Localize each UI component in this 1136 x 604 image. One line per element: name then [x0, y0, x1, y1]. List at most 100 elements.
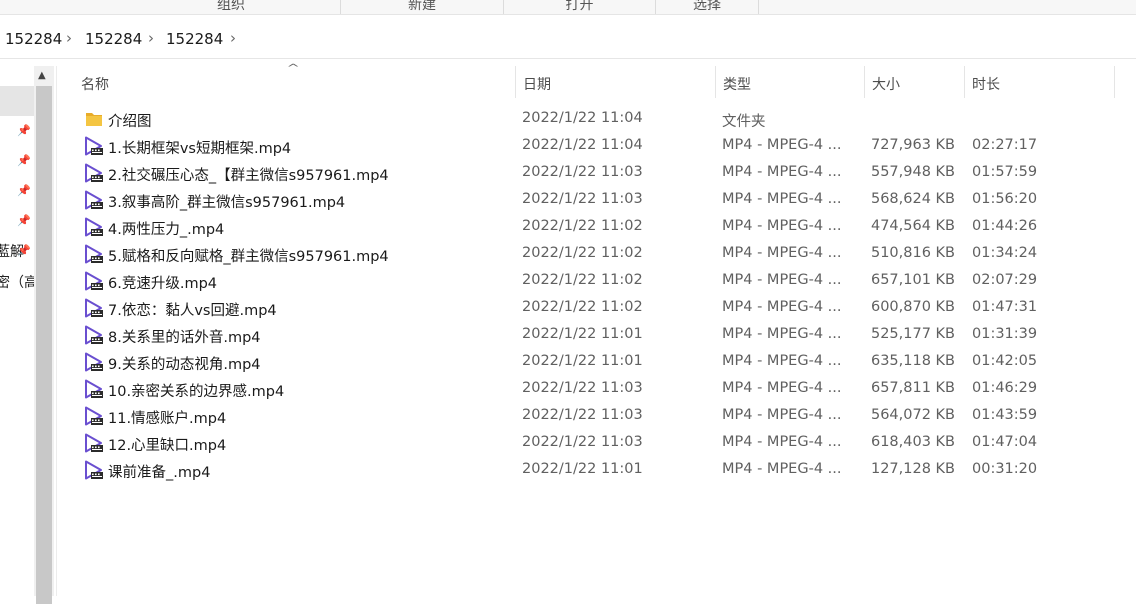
- file-name: 9.关系的动态视角.mp4: [108, 357, 261, 373]
- file-type: MP4 - MPEG-4 ...: [722, 164, 842, 180]
- file-name: 12.心里缺口.mp4: [108, 438, 227, 454]
- file-type: MP4 - MPEG-4 ...: [722, 191, 842, 207]
- file-type: MP4 - MPEG-4 ...: [722, 326, 842, 342]
- folder-row[interactable]: 介绍图 2022/1/22 11:04 文件夹: [57, 106, 1136, 133]
- scroll-up-arrow-icon[interactable]: ▲: [38, 70, 46, 81]
- file-type: MP4 - MPEG-4 ...: [722, 218, 842, 234]
- file-size: 568,624 KB: [870, 191, 955, 207]
- file-name: 2.社交碾压心态_【群主微信s957961.mp4: [108, 168, 389, 184]
- file-row[interactable]: 9.关系的动态视角.mp4 2022/1/22 11:01 MP4 - MPEG-4…: [57, 349, 1136, 376]
- file-size: 635,118 KB: [870, 353, 955, 369]
- file-type: 文件夹: [722, 114, 766, 130]
- column-separator[interactable]: [715, 66, 716, 98]
- file-type: MP4 - MPEG-4 ...: [722, 272, 842, 288]
- file-size: 564,072 KB: [870, 407, 955, 423]
- file-row[interactable]: 2.社交碾压心态_【群主微信s957961.mp4 2022/1/22 11:03…: [57, 160, 1136, 187]
- column-name[interactable]: 名称: [81, 74, 109, 94]
- file-date: 2022/1/22 11:01: [522, 326, 643, 342]
- column-size[interactable]: 大小: [872, 74, 900, 94]
- column-duration[interactable]: 时长: [972, 74, 1000, 94]
- breadcrumb-item[interactable]: 152284: [5, 30, 62, 48]
- file-row[interactable]: 4.两性压力_.mp4 2022/1/22 11:02 MP4 - MPEG-4 .…: [57, 214, 1136, 241]
- file-duration: 02:07:29: [972, 272, 1038, 288]
- ribbon-group-new[interactable]: 新建: [341, 0, 504, 14]
- file-row[interactable]: 5.赋格和反向赋格_群主微信s957961.mp4 2022/1/22 11:02…: [57, 241, 1136, 268]
- file-row[interactable]: 10.亲密关系的边界感.mp4 2022/1/22 11:03 MP4 - MPEG…: [57, 376, 1136, 403]
- chevron-right-icon[interactable]: ›: [148, 29, 154, 47]
- file-date: 2022/1/22 11:02: [522, 299, 643, 315]
- file-size: 657,811 KB: [870, 380, 955, 396]
- video-file-icon: [83, 433, 105, 453]
- file-date: 2022/1/22 11:03: [522, 164, 643, 180]
- file-type: MP4 - MPEG-4 ...: [722, 434, 842, 450]
- ribbon-group-select[interactable]: 选择: [656, 0, 759, 14]
- file-size: 557,948 KB: [870, 164, 955, 180]
- address-bar[interactable]: 152284 › 152284 › 152284 ›: [0, 20, 1136, 59]
- file-duration: 01:42:05: [972, 353, 1038, 369]
- nav-item-label[interactable]: 密（高: [0, 272, 34, 292]
- file-type: MP4 - MPEG-4 ...: [722, 299, 842, 315]
- nav-item-selected[interactable]: [0, 86, 34, 116]
- file-date: 2022/1/22 11:02: [522, 218, 643, 234]
- file-row[interactable]: 课前准备_.mp4 2022/1/22 11:01 MP4 - MPEG-4 ...…: [57, 457, 1136, 484]
- file-name: 课前准备_.mp4: [108, 465, 211, 481]
- video-file-icon: [83, 406, 105, 426]
- file-type: MP4 - MPEG-4 ...: [722, 407, 842, 423]
- chevron-right-icon[interactable]: ›: [66, 29, 72, 47]
- file-size: 618,403 KB: [870, 434, 955, 450]
- file-date: 2022/1/22 11:04: [522, 137, 643, 153]
- file-row[interactable]: 8.关系里的话外音.mp4 2022/1/22 11:01 MP4 - MPEG-4…: [57, 322, 1136, 349]
- file-row[interactable]: 11.情感账户.mp4 2022/1/22 11:03 MP4 - MPEG-4 .…: [57, 403, 1136, 430]
- column-separator[interactable]: [964, 66, 965, 98]
- breadcrumb-item[interactable]: 152284: [85, 30, 142, 48]
- pin-icon[interactable]: 📌: [17, 244, 31, 257]
- scrollbar-thumb[interactable]: [36, 86, 52, 604]
- file-duration: 01:44:26: [972, 218, 1038, 234]
- file-list: 介绍图 2022/1/22 11:04 文件夹 1.长期框架vs短期框架.mp4 202…: [57, 106, 1136, 484]
- sort-up-icon: ^: [286, 63, 300, 74]
- pin-icon[interactable]: 📌: [17, 124, 31, 137]
- file-date: 2022/1/22 11:02: [522, 245, 643, 261]
- video-file-icon: [83, 136, 105, 156]
- nav-scrollbar[interactable]: ▲: [34, 66, 54, 604]
- file-row[interactable]: 3.叙事高阶_群主微信s957961.mp4 2022/1/22 11:03 MP4…: [57, 187, 1136, 214]
- file-type: MP4 - MPEG-4 ...: [722, 461, 842, 477]
- file-duration: 02:27:17: [972, 137, 1038, 153]
- video-file-icon: [83, 325, 105, 345]
- file-name: 11.情感账户.mp4: [108, 411, 227, 427]
- file-size: 727,963 KB: [870, 137, 955, 153]
- column-separator[interactable]: [1114, 66, 1115, 98]
- breadcrumb-item[interactable]: 152284: [166, 30, 223, 48]
- file-row[interactable]: 12.心里缺口.mp4 2022/1/22 11:03 MP4 - MPEG-4 .…: [57, 430, 1136, 457]
- column-separator[interactable]: [864, 66, 865, 98]
- file-date: 2022/1/22 11:03: [522, 380, 643, 396]
- pin-icon[interactable]: 📌: [17, 154, 31, 167]
- column-date[interactable]: 日期: [523, 74, 551, 94]
- file-name: 4.两性压力_.mp4: [108, 222, 225, 238]
- ribbon: 组织 新建 打开 选择: [0, 0, 1136, 15]
- column-type[interactable]: 类型: [723, 74, 751, 94]
- file-name: 7.依恋：黏人vs回避.mp4: [108, 303, 277, 319]
- file-duration: 01:47:04: [972, 434, 1038, 450]
- file-type: MP4 - MPEG-4 ...: [722, 137, 842, 153]
- file-type: MP4 - MPEG-4 ...: [722, 245, 842, 261]
- file-date: 2022/1/22 11:02: [522, 272, 643, 288]
- pin-icon[interactable]: 📌: [17, 184, 31, 197]
- file-name: 8.关系里的话外音.mp4: [108, 330, 261, 346]
- file-duration: 01:31:39: [972, 326, 1038, 342]
- column-separator[interactable]: [515, 66, 516, 98]
- file-date: 2022/1/22 11:03: [522, 191, 643, 207]
- file-type: MP4 - MPEG-4 ...: [722, 353, 842, 369]
- file-row[interactable]: 1.长期框架vs短期框架.mp4 2022/1/22 11:04 MP4 - MPE…: [57, 133, 1136, 160]
- file-duration: 01:56:20: [972, 191, 1038, 207]
- file-size: 600,870 KB: [870, 299, 955, 315]
- video-file-icon: [83, 244, 105, 264]
- chevron-right-icon[interactable]: ›: [230, 29, 236, 47]
- ribbon-group-open[interactable]: 打开: [504, 0, 656, 14]
- pin-icon[interactable]: 📌: [17, 214, 31, 227]
- file-row[interactable]: 6.竞速升级.mp4 2022/1/22 11:02 MP4 - MPEG-4 ..…: [57, 268, 1136, 295]
- ribbon-group-organize[interactable]: 组织: [122, 0, 341, 14]
- file-name: 介绍图: [108, 114, 152, 130]
- file-row[interactable]: 7.依恋：黏人vs回避.mp4 2022/1/22 11:02 MP4 - MPEG…: [57, 295, 1136, 322]
- file-size: 510,816 KB: [870, 245, 955, 261]
